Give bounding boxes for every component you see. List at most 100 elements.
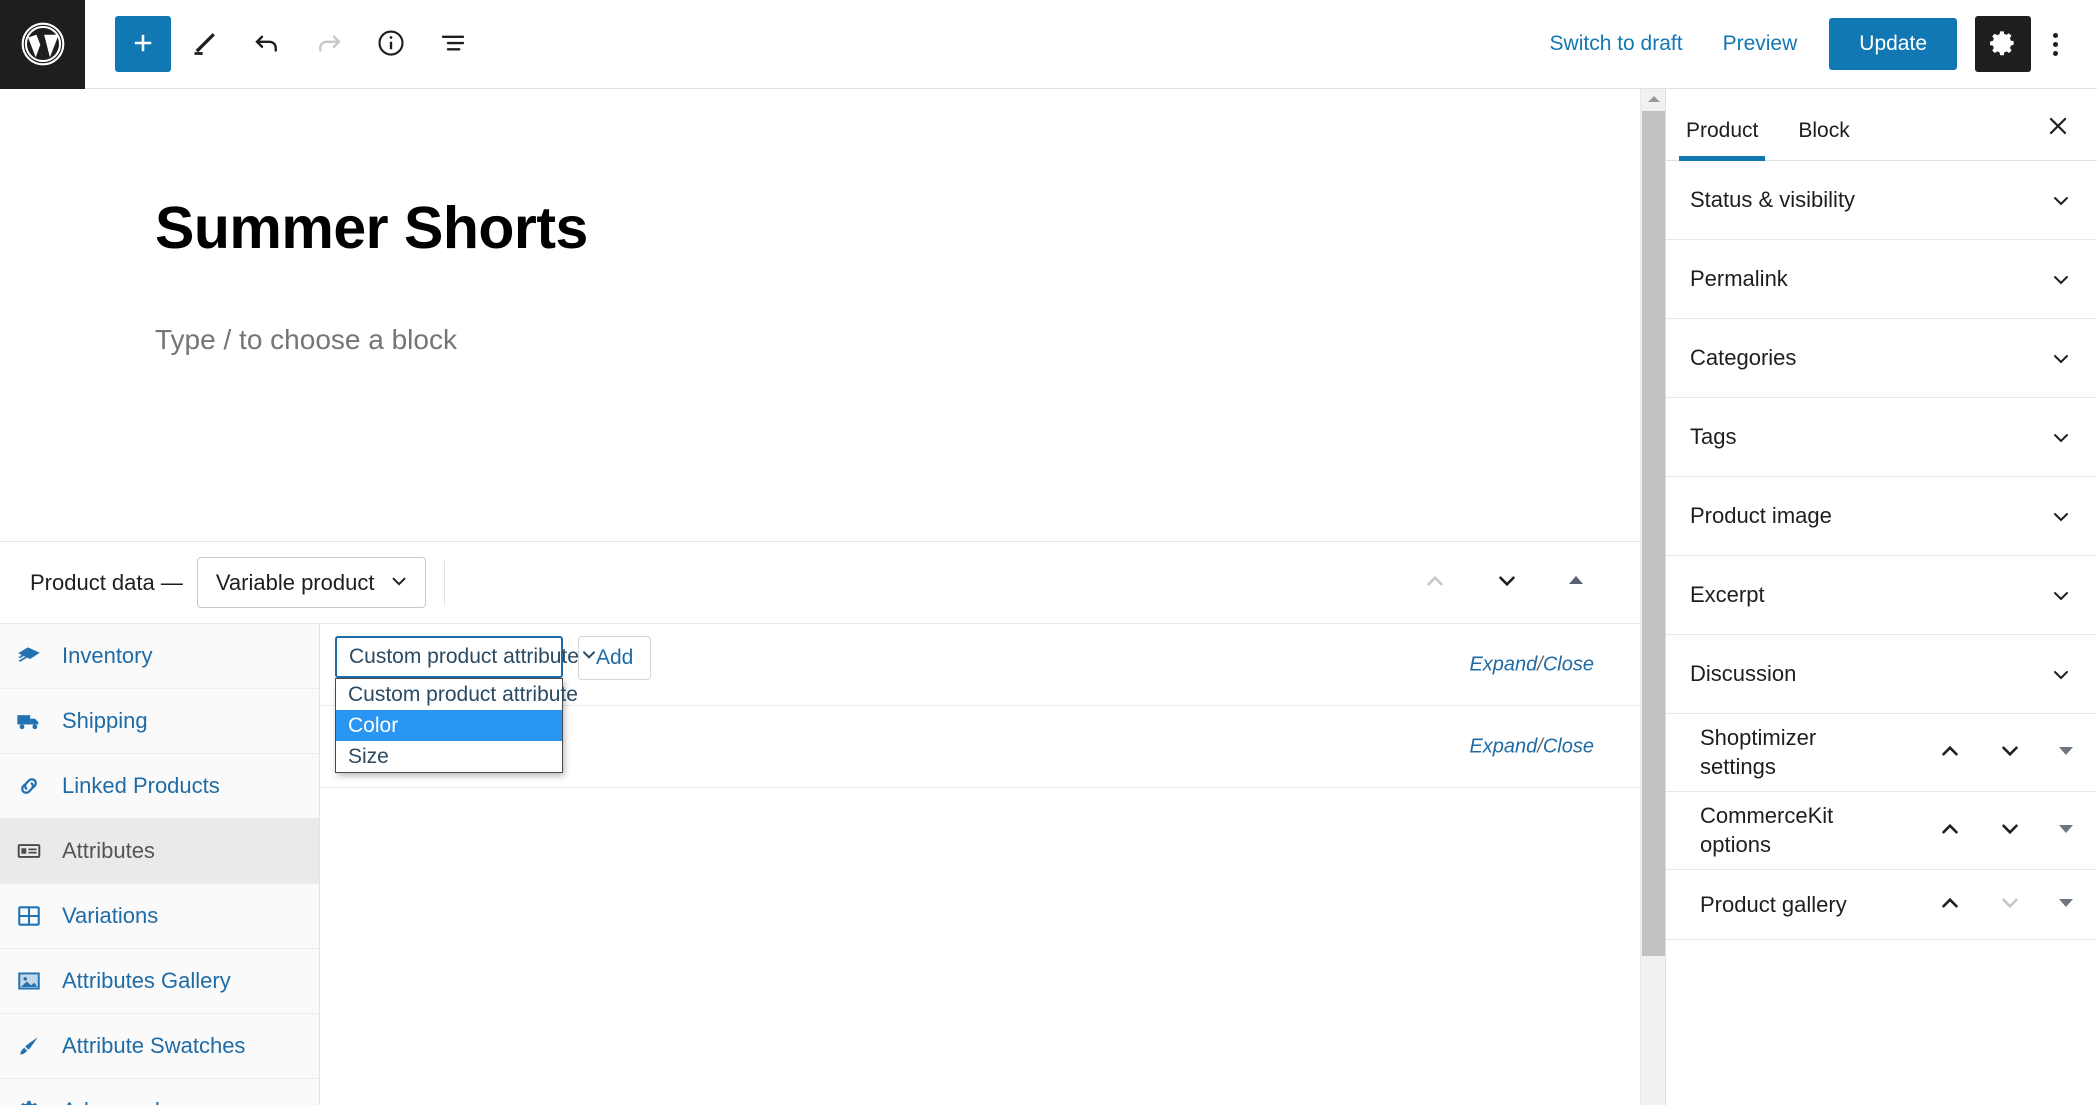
chevron-down-icon [2049,346,2073,370]
metabox-product-gallery[interactable]: Product gallery [1666,870,2097,941]
panel-title: Permalink [1690,266,1788,291]
chevron-down-icon [1997,738,2023,767]
chevron-down-icon [1997,890,2023,919]
attribute-select-trigger[interactable]: Custom product attribute [335,636,595,678]
tab-label: Advanced [62,1098,160,1105]
panel-permalink[interactable]: Permalink [1666,240,2097,319]
gear-icon [1988,28,2018,61]
redo-button[interactable] [301,16,357,72]
preview-button[interactable]: Preview [1703,22,1818,66]
product-data-metabox: Product data — Variable product Inventor… [0,541,1640,1105]
toggle-panel-button[interactable] [1558,563,1594,602]
toggle-metabox-button[interactable] [2051,888,2081,921]
sidebar-item-attributes-gallery[interactable]: Attributes Gallery [0,949,319,1014]
settings-toggle-button[interactable] [1975,16,2031,72]
move-down-button[interactable] [1991,884,2029,925]
chevron-down-icon [1494,568,1520,597]
editor-scrollbar[interactable] [1640,89,1666,1105]
edit-tool-button[interactable] [177,16,233,72]
close-link[interactable]: Close [1543,735,1594,757]
toggle-metabox-button[interactable] [2051,736,2081,769]
option-custom-product-attribute[interactable]: Custom product attribute [336,679,578,710]
move-panel-up-button[interactable] [1414,560,1456,605]
kebab-menu-icon [2052,32,2058,56]
product-data-label: Product data — [30,569,183,595]
attribute-select-options-list[interactable]: Custom product attribute Color Size [335,678,578,773]
update-button[interactable]: Update [1829,18,1957,70]
chevron-up-icon [1937,890,1963,919]
move-up-button[interactable] [1931,810,1969,851]
sidebar-item-attributes[interactable]: Attributes [0,819,319,884]
tab-label: Attributes [62,838,155,863]
expand-link[interactable]: Expand [1469,653,1537,675]
sidebar-item-advanced[interactable]: Advanced [0,1079,319,1105]
panel-tags[interactable]: Tags [1666,398,2097,477]
metabox-title: Product gallery [1700,891,1847,917]
metabox-controls [1931,810,2081,851]
option-size[interactable]: Size [336,741,562,772]
vertical-scrollbar-thumb[interactable] [1642,111,1665,956]
editor-canvas: Summer Shorts Type / to choose a block P… [0,89,1640,1105]
info-circle-icon [376,28,406,61]
redo-arrow-icon [314,28,344,61]
chevron-up-icon [1937,738,1963,767]
move-up-button[interactable] [1931,732,1969,773]
move-down-button[interactable] [1991,810,2029,851]
switch-to-draft-button[interactable]: Switch to draft [1530,22,1703,66]
panel-product-image[interactable]: Product image [1666,477,2097,556]
tab-label: Attributes Gallery [62,968,231,993]
block-placeholder-text[interactable]: Type / to choose a block [155,324,457,356]
expand-close-links: Expand/Close [1469,653,1594,676]
expand-link[interactable]: Expand [1469,735,1537,757]
scroll-up-button[interactable] [1641,89,1666,111]
chevron-down-icon [2049,662,2073,686]
sidebar-item-variations[interactable]: Variations [0,884,319,949]
panel-excerpt[interactable]: Excerpt [1666,556,2097,635]
sidebar-item-linked-products[interactable]: Linked Products [0,754,319,819]
wordpress-logo-icon [20,21,66,67]
chevron-down-icon [2049,425,2073,449]
sidebar-item-shipping[interactable]: Shipping [0,689,319,754]
tab-product[interactable]: Product [1666,119,1778,161]
option-color[interactable]: Color [336,710,562,741]
product-type-select-wrap: Variable product [196,557,426,608]
pencil-icon [191,29,219,60]
more-options-button[interactable] [2031,16,2079,72]
toggle-metabox-button[interactable] [2051,814,2081,847]
move-up-button[interactable] [1931,884,1969,925]
chevron-down-icon [2049,188,2073,212]
details-button[interactable] [363,16,419,72]
metabox-shoptimizer-settings[interactable]: Shoptimizer settings [1666,714,2097,793]
tab-label: Linked Products [62,773,220,798]
panel-title: Tags [1690,424,1737,449]
move-down-button[interactable] [1991,732,2029,773]
list-view-button[interactable] [425,16,481,72]
toolbar-actions: Switch to draft Preview Update [1530,16,2097,72]
sidebar-item-attribute-swatches[interactable]: Attribute Swatches [0,1014,319,1079]
metabox-title: Shoptimizer settings [1700,725,1817,779]
metabox-commercekit-options[interactable]: CommerceKit options [1666,792,2097,871]
triangle-down-icon [2057,742,2075,763]
panel-discussion[interactable]: Discussion [1666,635,2097,714]
attributes-card-icon [14,838,44,864]
close-link[interactable]: Close [1543,653,1594,675]
undo-button[interactable] [239,16,295,72]
tab-label: Variations [62,903,159,928]
product-data-header: Product data — Variable product [0,542,1640,624]
wordpress-logo-button[interactable] [0,0,85,89]
truck-icon [14,707,44,735]
move-panel-down-button[interactable] [1486,560,1528,605]
close-sidebar-button[interactable] [2037,106,2079,148]
tab-label: Shipping [62,708,148,733]
panel-categories[interactable]: Categories [1666,319,2097,398]
triangle-up-icon [1566,571,1586,594]
add-block-button[interactable] [115,16,171,72]
tab-block[interactable]: Block [1778,119,1869,160]
image-icon [14,968,44,994]
page-title[interactable]: Summer Shorts [155,194,588,262]
sidebar-item-inventory[interactable]: Inventory [0,624,319,689]
panel-status-and-visibility[interactable]: Status & visibility [1666,161,2097,240]
product-type-select[interactable]: Variable product [196,557,426,608]
triangle-up-icon [1647,91,1661,109]
settings-sidebar: Product Block Status & visibility Permal… [1665,89,2097,1105]
